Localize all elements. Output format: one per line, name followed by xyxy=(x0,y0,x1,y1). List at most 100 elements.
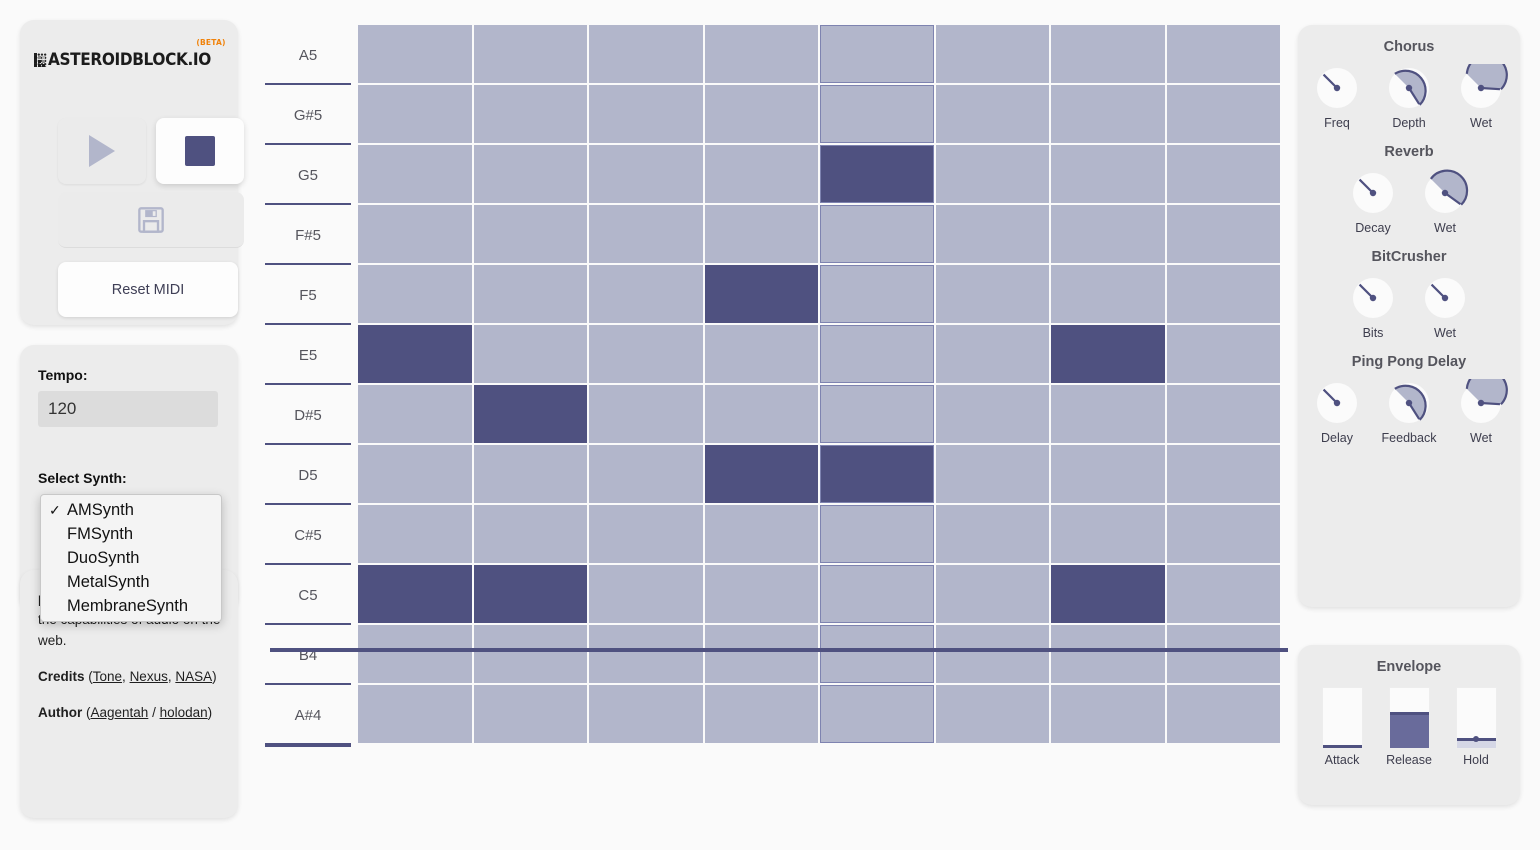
step-cell[interactable] xyxy=(358,445,472,503)
step-cell[interactable] xyxy=(473,325,587,383)
credits-link-nexus[interactable]: Nexus xyxy=(130,669,168,684)
knob-bits[interactable]: Bits xyxy=(1343,274,1403,340)
step-cell[interactable] xyxy=(820,205,934,263)
step-cell[interactable] xyxy=(820,445,934,503)
step-cell[interactable] xyxy=(704,505,818,563)
author-link-holodan[interactable]: holodan xyxy=(160,705,208,720)
knob-dial-icon[interactable] xyxy=(1344,274,1402,324)
step-cell[interactable] xyxy=(1166,685,1280,743)
step-cell[interactable] xyxy=(935,445,1049,503)
step-cell[interactable] xyxy=(704,385,818,443)
knob-freq[interactable]: Freq xyxy=(1307,64,1367,130)
step-cell[interactable] xyxy=(935,325,1049,383)
step-cell[interactable] xyxy=(935,85,1049,143)
knob-wet[interactable]: Wet xyxy=(1451,379,1511,445)
step-cell[interactable] xyxy=(589,145,703,203)
play-button[interactable] xyxy=(58,118,146,184)
step-cell[interactable] xyxy=(704,85,818,143)
author-link-aagentah[interactable]: Aagentah xyxy=(91,705,149,720)
step-cell[interactable] xyxy=(473,25,587,83)
step-cell[interactable] xyxy=(1166,625,1280,683)
step-cell[interactable] xyxy=(820,625,934,683)
knob-delay[interactable]: Delay xyxy=(1307,379,1367,445)
knob-wet[interactable]: Wet xyxy=(1415,274,1475,340)
step-cell[interactable] xyxy=(1166,145,1280,203)
knob-dial-icon[interactable] xyxy=(1452,64,1510,114)
stop-button[interactable] xyxy=(156,118,244,184)
step-cell[interactable] xyxy=(820,25,934,83)
step-cell[interactable] xyxy=(1166,25,1280,83)
step-cell[interactable] xyxy=(704,685,818,743)
step-cell[interactable] xyxy=(935,145,1049,203)
slider-track[interactable] xyxy=(1388,687,1430,749)
step-cell[interactable] xyxy=(704,205,818,263)
step-cell[interactable] xyxy=(704,145,818,203)
knob-dial-icon[interactable] xyxy=(1344,169,1402,219)
step-cell[interactable] xyxy=(935,265,1049,323)
step-cell[interactable] xyxy=(589,685,703,743)
synth-option-duosynth[interactable]: DuoSynth xyxy=(41,546,221,570)
step-cell[interactable] xyxy=(1166,565,1280,623)
step-cell[interactable] xyxy=(358,205,472,263)
step-cell[interactable] xyxy=(704,565,818,623)
step-cell[interactable] xyxy=(589,505,703,563)
step-cell[interactable] xyxy=(1166,385,1280,443)
step-cell[interactable] xyxy=(358,565,472,623)
step-cell[interactable] xyxy=(1051,325,1165,383)
step-cell[interactable] xyxy=(1051,445,1165,503)
step-cell[interactable] xyxy=(935,385,1049,443)
step-cell[interactable] xyxy=(820,385,934,443)
step-cell[interactable] xyxy=(1051,205,1165,263)
step-cell[interactable] xyxy=(1166,265,1280,323)
step-cell[interactable] xyxy=(1051,625,1165,683)
save-button[interactable] xyxy=(58,192,244,248)
knob-dial-icon[interactable] xyxy=(1380,379,1438,429)
step-cell[interactable] xyxy=(358,505,472,563)
step-cell[interactable] xyxy=(1166,325,1280,383)
step-cell[interactable] xyxy=(1051,265,1165,323)
step-cell[interactable] xyxy=(820,685,934,743)
knob-feedback[interactable]: Feedback xyxy=(1379,379,1439,445)
step-cell[interactable] xyxy=(473,505,587,563)
step-cell[interactable] xyxy=(358,145,472,203)
envelope-slider-attack[interactable]: Attack xyxy=(1316,687,1369,767)
step-cell[interactable] xyxy=(935,685,1049,743)
step-cell[interactable] xyxy=(358,685,472,743)
slider-track[interactable] xyxy=(1321,687,1363,749)
step-cell[interactable] xyxy=(1166,85,1280,143)
step-cell[interactable] xyxy=(935,205,1049,263)
step-cell[interactable] xyxy=(704,625,818,683)
step-cell[interactable] xyxy=(820,505,934,563)
step-cell[interactable] xyxy=(473,85,587,143)
step-cell[interactable] xyxy=(1166,205,1280,263)
step-cell[interactable] xyxy=(589,325,703,383)
step-cell[interactable] xyxy=(589,445,703,503)
step-cell[interactable] xyxy=(589,565,703,623)
step-cell[interactable] xyxy=(820,565,934,623)
knob-dial-icon[interactable] xyxy=(1308,64,1366,114)
step-cell[interactable] xyxy=(1166,505,1280,563)
step-cell[interactable] xyxy=(1051,685,1165,743)
step-cell[interactable] xyxy=(589,25,703,83)
step-cell[interactable] xyxy=(704,445,818,503)
step-cell[interactable] xyxy=(704,265,818,323)
step-cell[interactable] xyxy=(1051,385,1165,443)
credits-link-tone[interactable]: Tone xyxy=(93,669,122,684)
step-cell[interactable] xyxy=(589,85,703,143)
step-cell[interactable] xyxy=(358,265,472,323)
step-cell[interactable] xyxy=(820,325,934,383)
knob-wet[interactable]: Wet xyxy=(1415,169,1475,235)
step-cell[interactable] xyxy=(589,205,703,263)
credits-link-nasa[interactable]: NASA xyxy=(175,669,212,684)
knob-dial-icon[interactable] xyxy=(1380,64,1438,114)
step-cell[interactable] xyxy=(1051,565,1165,623)
step-cell[interactable] xyxy=(935,505,1049,563)
step-cell[interactable] xyxy=(473,685,587,743)
synth-option-metalsynth[interactable]: MetalSynth xyxy=(41,570,221,594)
step-cell[interactable] xyxy=(473,265,587,323)
slider-track[interactable] xyxy=(1455,687,1497,749)
knob-dial-icon[interactable] xyxy=(1416,274,1474,324)
synth-option-amsynth[interactable]: ✓ AMSynth xyxy=(41,498,221,522)
knob-dial-icon[interactable] xyxy=(1416,169,1474,219)
step-cell[interactable] xyxy=(358,385,472,443)
